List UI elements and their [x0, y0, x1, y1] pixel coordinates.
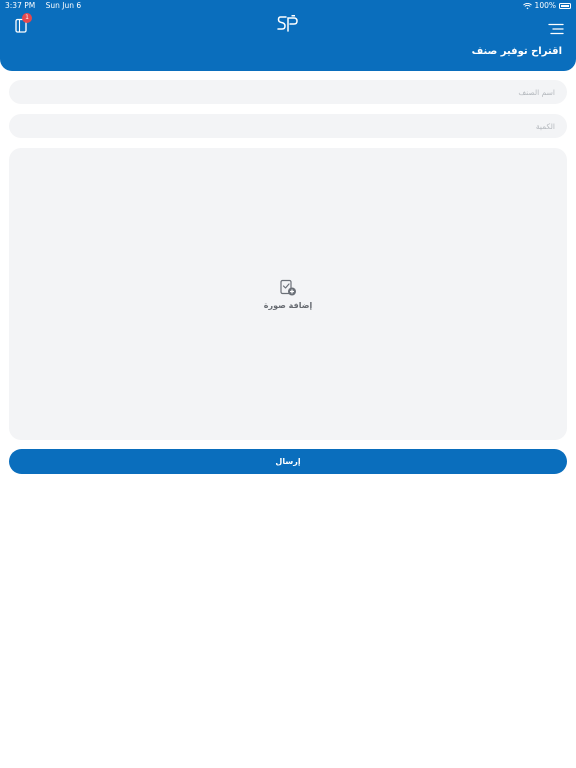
add-image-area[interactable]: إضافة صورة	[9, 148, 567, 440]
status-time: 3:37 PM	[5, 1, 36, 10]
add-image-label: إضافة صورة	[263, 301, 313, 310]
add-image-icon	[280, 279, 296, 296]
item-name-input[interactable]	[9, 80, 567, 104]
status-bar: 3:37 PM Sun Jun 6 100%	[0, 0, 576, 12]
submit-button[interactable]: إرسال	[9, 449, 567, 474]
battery-icon	[559, 3, 571, 9]
menu-icon	[548, 23, 564, 35]
status-left: 3:37 PM Sun Jun 6	[5, 0, 81, 12]
sp-logo-icon	[277, 15, 298, 32]
wifi-icon	[522, 2, 532, 9]
status-right: 100%	[522, 0, 571, 12]
page-title: اقتراح توفير صنف	[471, 46, 562, 57]
quantity-input[interactable]	[9, 114, 567, 138]
menu-button[interactable]	[548, 20, 564, 35]
cart-badge: 1	[22, 13, 32, 23]
status-date: Sun Jun 6	[45, 1, 82, 10]
app-header: 3:37 PM Sun Jun 6 100% 1 اقتراح توفير صن…	[0, 0, 576, 71]
battery-percent: 100%	[534, 1, 556, 10]
